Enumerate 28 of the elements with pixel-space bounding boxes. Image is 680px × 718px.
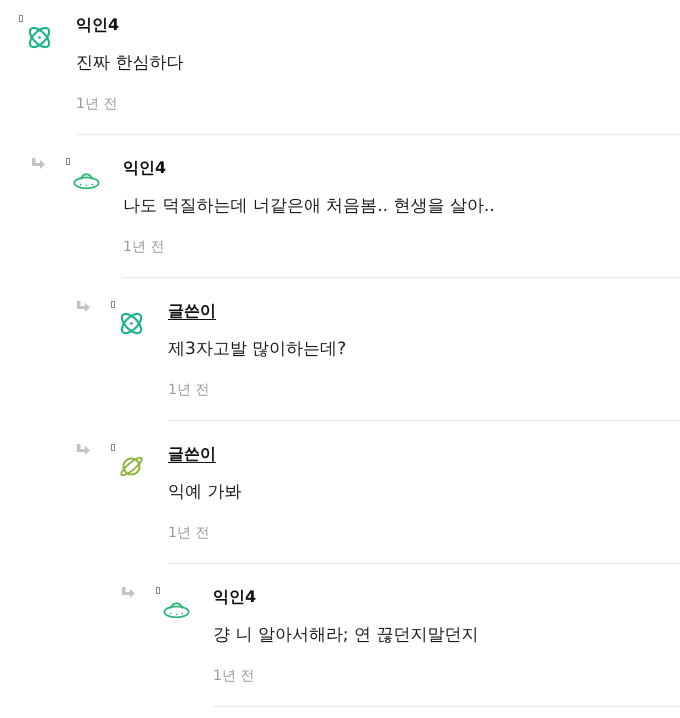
- author-name: 익인4: [76, 14, 120, 36]
- comment-time: 1년 전: [76, 95, 118, 114]
- reply-arrow-icon: [77, 444, 90, 455]
- reply-arrow-icon: [32, 158, 45, 169]
- comment-text: 걍 니 알아서해라; 연 끊던지말던지: [213, 624, 478, 647]
- small-rectangle-icon: [111, 444, 115, 451]
- atom-icon: [26, 24, 53, 51]
- comment-time: 1년 전: [168, 381, 210, 400]
- reply-arrow-icon: [77, 301, 90, 312]
- comment-text: 진짜 한심하다: [76, 52, 184, 75]
- ufo-icon: [163, 600, 190, 619]
- author-name: 글쓴이: [168, 300, 216, 322]
- comment-time: 1년 전: [123, 238, 164, 257]
- author-name: 글쓴이: [168, 443, 216, 465]
- comment-text: 제3자고발 많이하는데?: [168, 338, 346, 361]
- comment-text: 나도 덕질하는데 너같은애 처음봄.. 현생을 살아..: [123, 195, 495, 218]
- small-rectangle-icon: [111, 301, 115, 308]
- atom-icon: [118, 310, 145, 337]
- author-name: 익인4: [213, 586, 256, 608]
- ufo-icon: [73, 171, 100, 190]
- comment-text: 익예 가봐: [168, 481, 242, 504]
- comment-time: 1년 전: [213, 667, 254, 686]
- small-rectangle-icon: [156, 587, 160, 594]
- comment-time: 1년 전: [168, 524, 210, 543]
- author-name: 익인4: [123, 157, 166, 179]
- small-rectangle-icon: [19, 15, 23, 22]
- small-rectangle-icon: [66, 158, 70, 165]
- reply-arrow-icon: [122, 587, 135, 598]
